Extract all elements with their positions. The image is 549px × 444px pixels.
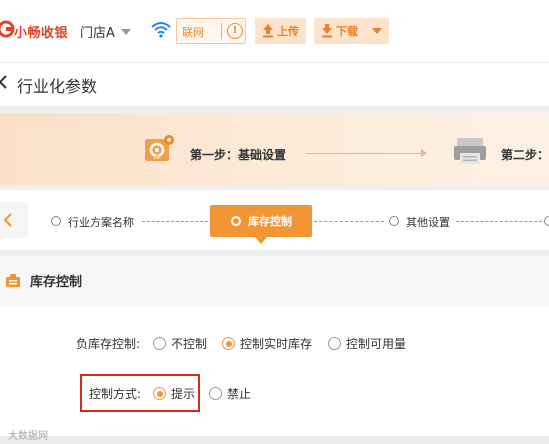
- footer-band: [0, 436, 549, 444]
- tab-indicator: [51, 216, 61, 226]
- download-button[interactable]: 下载: [314, 18, 389, 44]
- network-button[interactable]: 联网 !: [176, 18, 246, 44]
- wifi-icon: [151, 22, 171, 38]
- network-button-label: 联网: [182, 26, 204, 39]
- page-title: 行业化参数: [17, 77, 98, 96]
- control-mode-radio-prompt[interactable]: [153, 387, 166, 400]
- negative-stock-option-realtime[interactable]: 控制实时库存: [240, 335, 312, 352]
- printer-icon: [454, 138, 486, 164]
- tabs-back-button[interactable]: [0, 202, 28, 238]
- divider: [221, 23, 222, 39]
- stock-control-form: [0, 306, 549, 436]
- tab-indicator: [231, 216, 241, 226]
- download-button-label: 下载: [336, 25, 358, 38]
- control-mode-radio-forbid[interactable]: [209, 387, 222, 400]
- chevron-down-icon[interactable]: [372, 28, 382, 34]
- negative-stock-label: 负库存控制:: [76, 337, 141, 351]
- step-1-label: 第一步：基础设置: [190, 148, 287, 162]
- tab-connector: [456, 221, 542, 222]
- tab-stock-control-label: 库存控制: [248, 215, 292, 228]
- upload-button[interactable]: 上传: [255, 18, 306, 44]
- active-tab-pointer: [255, 237, 267, 244]
- watermark: 大数据网: [8, 431, 48, 442]
- upload-icon: [263, 24, 273, 38]
- section-title: 库存控制: [30, 275, 83, 290]
- store-selector[interactable]: 门店A: [80, 22, 115, 41]
- tab-indicator: [389, 216, 399, 226]
- control-mode-label: 控制方式:: [89, 387, 142, 401]
- chevron-left-icon[interactable]: [0, 74, 9, 90]
- control-mode-option-forbid[interactable]: 禁止: [227, 385, 251, 402]
- tab-connector: [314, 221, 384, 222]
- alert-icon[interactable]: !: [227, 23, 243, 39]
- tab-other-settings[interactable]: 其他设置: [406, 214, 450, 230]
- chevron-down-icon[interactable]: [121, 29, 131, 35]
- download-icon: [322, 24, 332, 38]
- step-arrow: [421, 149, 427, 157]
- app-name: 小畅收银: [14, 26, 69, 41]
- step-2-label: 第二步：: [501, 148, 549, 162]
- tab-indicator: [544, 216, 549, 226]
- negative-stock-option-none[interactable]: 不控制: [171, 335, 207, 352]
- negative-stock-radio-available[interactable]: [328, 337, 341, 350]
- section-header: [0, 256, 549, 306]
- chevron-left-icon: [3, 213, 12, 227]
- upload-button-label: 上传: [277, 25, 299, 38]
- tab-connector: [142, 221, 208, 222]
- tab-scheme-name[interactable]: 行业方案名称: [68, 214, 134, 230]
- negative-stock-radio-realtime[interactable]: [222, 337, 235, 350]
- negative-stock-radio-none[interactable]: [153, 337, 166, 350]
- control-mode-option-prompt[interactable]: 提示: [171, 385, 195, 402]
- tab-stock-control[interactable]: 库存控制: [210, 205, 312, 237]
- step-connector: [306, 153, 426, 154]
- inventory-icon: [6, 274, 20, 287]
- negative-stock-option-available[interactable]: 控制可用量: [346, 335, 406, 352]
- settings-gear-icon: [145, 135, 174, 161]
